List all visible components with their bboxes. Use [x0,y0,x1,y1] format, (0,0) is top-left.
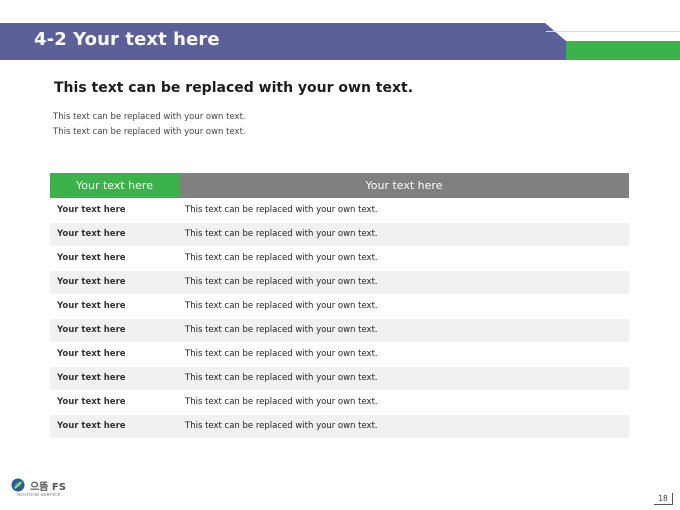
header-accent-bar [566,41,680,60]
table-value-cell: This text can be replaced with your own … [179,221,629,246]
page-title: 4-2 Your text here [34,29,220,50]
table-key-cell: Your text here [50,197,179,222]
page-number: 18 [654,493,673,505]
table-row: Your text here This text can be replaced… [50,269,629,294]
table-row: Your text here This text can be replaced… [50,197,629,222]
table-header-cell: Your text here [50,173,179,198]
table-value-cell: This text can be replaced with your own … [179,269,629,294]
table-value-cell: This text can be replaced with your own … [179,389,629,414]
table-value-cell: This text can be replaced with your own … [179,245,629,270]
table-row: Your text here This text can be replaced… [50,413,629,438]
table-key-cell: Your text here [50,341,179,366]
table-header-row: Your text here Your text here [50,173,629,198]
table-key-cell: Your text here [50,269,179,294]
table-row: Your text here This text can be replaced… [50,317,629,342]
table-value-cell: This text can be replaced with your own … [179,365,629,390]
table-key-cell: Your text here [50,221,179,246]
table-value-cell: This text can be replaced with your own … [179,341,629,366]
table-value-cell: This text can be replaced with your own … [179,413,629,438]
paragraph-line: This text can be replaced with your own … [53,127,246,137]
table-key-cell: Your text here [50,317,179,342]
paragraph-line: This text can be replaced with your own … [53,112,246,122]
table-row: Your text here This text can be replaced… [50,365,629,390]
table-row: Your text here This text can be replaced… [50,221,629,246]
content-table: Your text here Your text here Your text … [50,173,629,438]
section-subtitle: This text can be replaced with your own … [54,80,414,96]
table-row: Your text here This text can be replaced… [50,293,629,318]
table-value-cell: This text can be replaced with your own … [179,317,629,342]
table-key-cell: Your text here [50,245,179,270]
table-header-cell: Your text here [179,173,629,198]
header-divider-line [546,31,680,32]
table-row: Your text here This text can be replaced… [50,341,629,366]
table-row: Your text here This text can be replaced… [50,245,629,270]
table-value-cell: This text can be replaced with your own … [179,293,629,318]
table-value-cell: This text can be replaced with your own … [179,197,629,222]
logo-subtext: NO1FOOD SERVICE [17,492,61,497]
table-key-cell: Your text here [50,293,179,318]
table-row: Your text here This text can be replaced… [50,389,629,414]
logo-text: 으뜸 FS [30,482,66,493]
leaf-logo-icon [11,478,25,492]
table-key-cell: Your text here [50,413,179,438]
table-key-cell: Your text here [50,365,179,390]
table-key-cell: Your text here [50,389,179,414]
